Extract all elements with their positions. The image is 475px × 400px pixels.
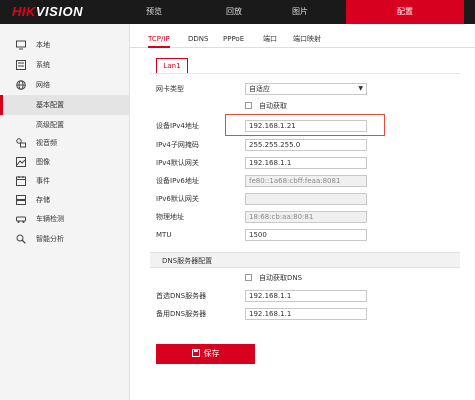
- sidebar-item-vehicle-detection[interactable]: 车辆检测: [0, 209, 130, 229]
- sidebar-item-event[interactable]: 事件: [0, 171, 130, 191]
- ipv6-gateway-label: IPv6默认网关: [156, 195, 199, 203]
- dns-section-title: DNS服务器配置: [162, 257, 213, 265]
- tab-port[interactable]: 端口: [263, 24, 277, 48]
- image-icon: [16, 157, 26, 167]
- storage-icon: [16, 195, 26, 205]
- sidebar-item-label: 视音频: [36, 139, 57, 147]
- ipv4-gateway-field[interactable]: [245, 157, 367, 169]
- top-bar: HIKVISION 预览 回放 图片 配置: [0, 0, 475, 24]
- sidebar-item-label: 基本配置: [36, 101, 64, 109]
- chevron-down-icon: ▼: [358, 85, 363, 92]
- nav-configuration[interactable]: 配置: [346, 0, 464, 24]
- primary-dns-label: 首选DNS服务器: [156, 292, 207, 300]
- lan1-tab[interactable]: Lan1: [156, 58, 188, 74]
- nic-type-label: 网卡类型: [156, 85, 184, 93]
- sidebar-item-network[interactable]: 网络: [0, 75, 130, 95]
- ipv4-mask-label: IPv4子网掩码: [156, 141, 199, 149]
- sidebar: 本地 系统 网络 基本配置 高级配置 视音频 图像 事件 存储 车辆检测 智能分…: [0, 24, 130, 400]
- nav-playback[interactable]: 回放: [204, 0, 264, 24]
- ipv4-address-field[interactable]: [245, 120, 367, 132]
- divider: [150, 73, 460, 74]
- ipv4-address-label: 设备IPv4地址: [156, 122, 199, 130]
- nav-pictures[interactable]: 图片: [270, 0, 330, 24]
- tab-pppoe[interactable]: PPPoE: [223, 24, 244, 48]
- sidebar-item-advanced-config[interactable]: 高级配置: [0, 115, 130, 135]
- sidebar-item-label: 图像: [36, 158, 50, 166]
- mac-address-label: 物理地址: [156, 213, 184, 221]
- mtu-field[interactable]: [245, 229, 367, 241]
- dns-section-header: DNS服务器配置: [150, 252, 460, 268]
- auto-dns-checkbox[interactable]: [245, 274, 252, 281]
- sidebar-item-smart-analysis[interactable]: 智能分析: [0, 229, 130, 249]
- backup-dns-label: 备用DNS服务器: [156, 310, 207, 318]
- sidebar-item-label: 网络: [36, 81, 50, 89]
- backup-dns-field[interactable]: [245, 308, 367, 320]
- nic-type-select[interactable]: 自适应 ▼: [245, 83, 367, 95]
- sidebar-item-label: 智能分析: [36, 235, 64, 243]
- auto-dns-label: 自动获取DNS: [259, 274, 303, 282]
- brand-logo: HIKVISION: [12, 4, 83, 19]
- sidebar-item-local[interactable]: 本地: [0, 35, 130, 55]
- sidebar-item-storage[interactable]: 存储: [0, 190, 130, 210]
- mac-address-field: [245, 211, 367, 223]
- analysis-icon: [16, 234, 26, 244]
- sidebar-item-label: 高级配置: [36, 121, 64, 129]
- vehicle-icon: [16, 216, 26, 223]
- sidebar-item-system[interactable]: 系统: [0, 55, 130, 75]
- dhcp-checkbox[interactable]: [245, 102, 252, 109]
- monitor-icon: [16, 40, 26, 50]
- tab-tcpip[interactable]: TCP/IP: [148, 24, 170, 48]
- sidebar-item-audio-video[interactable]: 视音频: [0, 133, 130, 153]
- ipv4-mask-field[interactable]: [245, 139, 367, 151]
- dhcp-label: 自动获取: [259, 102, 287, 110]
- globe-icon: [16, 80, 26, 90]
- ipv4-gateway-label: IPv4默认网关: [156, 159, 199, 167]
- ipv6-address-label: 设备IPv6地址: [156, 177, 199, 185]
- nav-preview[interactable]: 预览: [124, 0, 184, 24]
- tab-ddns[interactable]: DDNS: [188, 24, 208, 48]
- sidebar-item-label: 事件: [36, 177, 50, 185]
- ipv6-address-field: [245, 175, 367, 187]
- primary-dns-field[interactable]: [245, 290, 367, 302]
- sidebar-item-label: 存储: [36, 196, 50, 204]
- calendar-icon: [16, 176, 26, 186]
- system-icon: [16, 60, 26, 70]
- sidebar-item-image[interactable]: 图像: [0, 152, 130, 172]
- save-label: 保存: [203, 349, 220, 358]
- sidebar-item-label: 系统: [36, 61, 50, 69]
- nic-type-value: 自适应: [249, 85, 270, 93]
- sidebar-item-label: 本地: [36, 41, 50, 49]
- tab-bar: TCP/IP DDNS PPPoE 端口 端口映射: [130, 24, 475, 48]
- ipv6-gateway-field: [245, 193, 367, 205]
- mtu-label: MTU: [156, 231, 172, 239]
- tab-port-mapping[interactable]: 端口映射: [293, 24, 321, 48]
- sidebar-item-label: 车辆检测: [36, 215, 64, 223]
- save-icon: [191, 349, 200, 357]
- save-button[interactable]: 保存: [156, 344, 255, 364]
- audio-video-icon: [16, 138, 26, 148]
- sidebar-item-basic-config[interactable]: 基本配置: [0, 95, 130, 115]
